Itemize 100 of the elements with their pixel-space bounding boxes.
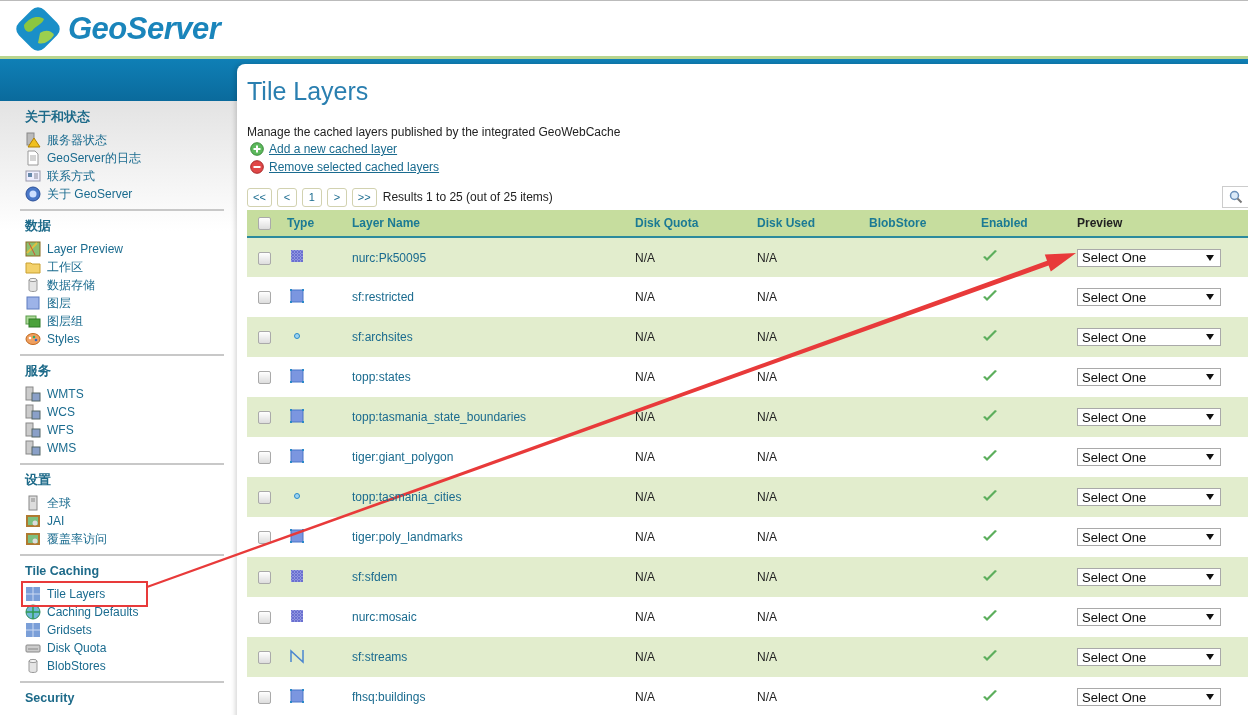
preview-dropdown[interactable]: Select One [1077,408,1221,426]
preview-dropdown[interactable]: Select One [1077,608,1221,626]
sidebar-item[interactable]: 服务器状态 [25,131,224,149]
action-link[interactable]: Remove selected cached layers [250,158,1248,176]
caret-icon [1206,454,1214,460]
pager-button[interactable]: 1 [301,187,322,207]
sidebar-item[interactable]: 覆盖率访问 [25,530,224,548]
section-heading: Security [25,690,76,706]
preview-dropdown[interactable]: Select One [1077,648,1221,666]
sidebar-item[interactable]: Layer Preview [25,240,224,258]
caret-icon [1206,334,1214,340]
preview-dropdown[interactable]: Select One [1077,568,1221,586]
row-checkbox[interactable] [258,651,271,665]
preview-dropdown[interactable]: Select One [1077,328,1221,346]
sidebar-item[interactable]: GeoServer的日志 [25,149,224,167]
sidebar-item[interactable]: Tile Layers [25,585,144,603]
sidebar-item[interactable]: JAI [25,512,224,530]
remove-icon [250,160,264,174]
caret-icon [1206,494,1214,500]
table-cell: N/A [635,650,655,664]
preview-dropdown[interactable]: Select One [1077,528,1221,546]
column-header[interactable]: Preview [1077,216,1123,230]
pager-button[interactable]: > [326,187,347,207]
row-checkbox[interactable] [258,331,271,345]
table-cell: N/A [635,290,655,304]
preview-dropdown[interactable]: Select One [1077,368,1221,386]
raster-icon [289,567,305,584]
preview-dropdown[interactable]: Select One [1077,448,1221,466]
table-cell: N/A [635,610,655,624]
sidebar-item[interactable]: WMS [25,439,224,457]
polygon-icon [289,687,305,704]
globe-icon [25,604,41,620]
preview-dropdown[interactable]: Select One [1077,248,1221,267]
table-cell: N/A [635,570,655,584]
layer-name-link[interactable]: topp:tasmania_state_boundaries [352,410,527,424]
sidebar-item[interactable]: WCS [25,403,224,421]
layer-name-link[interactable]: sf:sfdem [352,570,398,584]
row-checkbox[interactable] [258,251,271,265]
pager-button[interactable]: << [247,187,272,207]
sidebar-item[interactable]: Gridsets [25,621,224,639]
sidebar-item[interactable]: 全球 [25,494,224,512]
table-cell: N/A [757,610,777,624]
sidebar-item[interactable]: 图层组 [25,312,224,330]
server-icon [25,495,41,511]
table-cell: N/A [635,250,655,265]
sidebar-item[interactable]: WMTS [25,385,224,403]
pager-button[interactable]: >> [351,187,377,207]
document-icon [25,150,41,166]
layer-name-link[interactable]: fhsq:buildings [352,690,426,704]
search-button[interactable] [1222,186,1248,208]
sidebar-item[interactable]: 联系方式 [25,167,224,185]
picture-frame-icon [25,531,41,547]
layer-group-icon [25,313,41,329]
table-cell: N/A [635,450,655,464]
table-cell: N/A [635,370,655,384]
row-checkbox[interactable] [258,611,271,625]
caret-icon [1206,294,1214,300]
row-checkbox[interactable] [258,291,271,305]
preview-dropdown[interactable]: Select One [1077,488,1221,506]
grid-icon [25,586,41,602]
layer-name-link[interactable]: sf:archsites [352,330,413,344]
row-checkbox[interactable] [258,691,271,705]
layer-name-link[interactable]: sf:restricted [352,290,414,304]
action-link[interactable]: Add a new cached layer [250,140,1248,158]
layer-name-link[interactable]: topp:states [352,370,411,384]
sidebar-item[interactable]: Caching Defaults [25,603,224,621]
sidebar-item[interactable]: WFS [25,421,224,439]
layer-name-link[interactable]: nurc:mosaic [352,610,417,624]
pager-button[interactable]: < [276,187,297,207]
sidebar-item[interactable]: 数据存储 [25,276,224,294]
row-checkbox[interactable] [258,451,271,465]
database-icon [25,277,41,293]
sidebar-item[interactable]: 图层 [25,294,224,312]
raster-icon [289,607,305,624]
layer-name-link[interactable]: sf:streams [352,650,408,664]
map-icon [25,241,41,257]
layer-name-link[interactable]: nurc:Pk50095 [352,250,427,265]
sidebar-item[interactable]: Disk Quota [25,639,224,657]
add-icon [250,142,264,156]
row-checkbox[interactable] [258,491,271,505]
sidebar-item[interactable]: 工作区 [25,258,224,276]
row-checkbox[interactable] [258,371,271,385]
section-heading: 服务 [25,363,52,379]
row-checkbox[interactable] [258,531,271,545]
layer-name-link[interactable]: tiger:poly_landmarks [352,530,463,544]
picture-frame-icon [25,513,41,529]
caret-icon [1206,374,1214,380]
row-checkbox[interactable] [258,411,271,425]
preview-dropdown[interactable]: Select One [1077,688,1221,706]
sidebar-item[interactable]: BlobStores [25,657,224,675]
caret-icon [1206,414,1214,420]
select-all-checkbox[interactable] [258,217,271,231]
table-cell: N/A [635,410,655,424]
column-header[interactable]: Layer Name [352,216,421,230]
table-cell: N/A [757,450,777,464]
sidebar-item[interactable]: Styles [25,330,224,348]
preview-dropdown[interactable]: Select One [1077,288,1221,306]
row-checkbox[interactable] [258,571,271,585]
layer-name-link[interactable]: tiger:giant_polygon [352,450,454,464]
sidebar-item[interactable]: 关于 GeoServer [25,185,224,203]
